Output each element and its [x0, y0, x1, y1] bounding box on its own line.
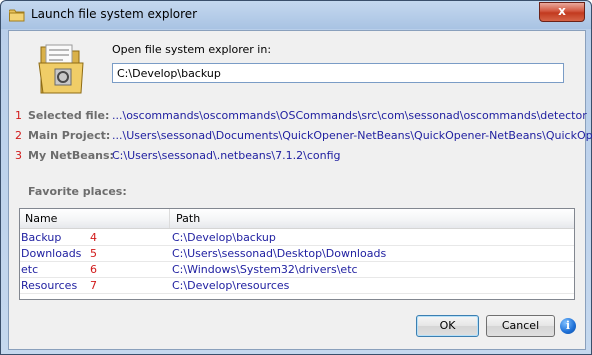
favorite-name: etc — [21, 263, 39, 276]
favorite-number: 6 — [90, 263, 97, 276]
folder-documents-icon — [37, 41, 85, 97]
cancel-button[interactable]: Cancel — [486, 315, 555, 337]
table-row[interactable]: etc 6 C:\Windows\System32\drivers\etc — [20, 262, 574, 278]
table-row[interactable]: Resources 7 C:\Develop\resources — [20, 278, 574, 294]
column-header-path[interactable]: Path — [170, 209, 200, 228]
table-row[interactable]: Backup 4 C:\Develop\backup — [20, 230, 574, 246]
title-bar[interactable]: Launch file system explorer x — [1, 1, 591, 29]
favorite-number: 4 — [90, 231, 97, 244]
favorite-path: C:\Windows\System32\drivers\etc — [172, 263, 358, 276]
dialog-content: Open file system explorer in: 1 Selected… — [8, 30, 592, 350]
favorite-name: Resources — [21, 279, 78, 292]
favorites-table[interactable]: Name Path Backup 4 C:\Develop\backup Dow… — [19, 208, 575, 300]
info-icon[interactable]: i — [560, 318, 576, 334]
favorite-number: 7 — [90, 279, 97, 292]
favorite-name: Downloads — [21, 247, 82, 260]
info-row-main-project: 2 Main Project: ...\Users\sessonad\Docum… — [9, 129, 592, 145]
ok-button[interactable]: OK — [416, 315, 479, 337]
column-header-name[interactable]: Name — [20, 209, 170, 228]
selected-file-link[interactable]: ...\oscommands\oscommands\OSCommands\src… — [112, 109, 587, 122]
table-row[interactable]: Downloads 5 C:\Users\sessonad\Desktop\Do… — [20, 246, 574, 262]
main-project-link[interactable]: ...\Users\sessonad\Documents\QuickOpener… — [112, 129, 592, 142]
window-title: Launch file system explorer — [31, 7, 198, 21]
my-netbeans-link[interactable]: C:\Users\sessonad\.netbeans\7.1.2\config — [112, 149, 341, 162]
info-number: 1 — [15, 109, 22, 122]
favorite-path: C:\Users\sessonad\Desktop\Downloads — [172, 247, 387, 260]
info-label: My NetBeans: — [28, 149, 114, 162]
prompt-label: Open file system explorer in: — [112, 43, 272, 56]
table-header: Name Path — [20, 209, 574, 229]
dialog-window: Launch file system explorer x Open file … — [0, 0, 592, 355]
path-input[interactable] — [112, 63, 564, 83]
info-label: Selected file: — [28, 109, 110, 122]
info-label: Main Project: — [28, 129, 111, 142]
favorites-label: Favorite places: — [28, 185, 127, 198]
info-number: 2 — [15, 129, 22, 142]
folder-icon — [8, 7, 25, 22]
favorite-path: C:\Develop\resources — [172, 279, 290, 292]
favorite-number: 5 — [90, 247, 97, 260]
close-button[interactable]: x — [539, 2, 585, 22]
info-row-selected-file: 1 Selected file: ...\oscommands\oscomman… — [9, 109, 587, 125]
info-row-my-netbeans: 3 My NetBeans: C:\Users\sessonad\.netbea… — [9, 149, 585, 165]
favorite-path: C:\Develop\backup — [172, 231, 276, 244]
info-number: 3 — [15, 149, 22, 162]
favorite-name: Backup — [21, 231, 62, 244]
